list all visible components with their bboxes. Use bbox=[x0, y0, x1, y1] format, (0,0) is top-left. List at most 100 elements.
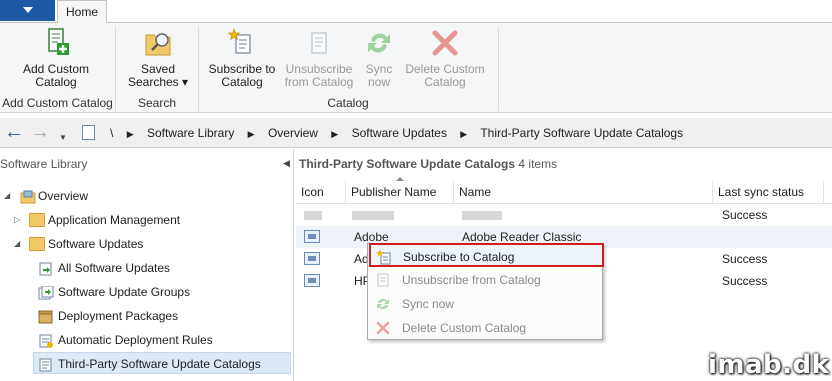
sync-icon bbox=[375, 296, 391, 312]
unsubscribe-icon bbox=[303, 27, 335, 59]
table-row[interactable]: Success bbox=[296, 204, 832, 226]
subscribe-to-catalog-label: Subscribe to Catalog bbox=[208, 62, 276, 89]
breadcrumb-item[interactable]: Third-Party Software Update Catalogs bbox=[480, 126, 683, 140]
tree-item-label: Automatic Deployment Rules bbox=[58, 333, 213, 347]
add-custom-catalog-label: Add Custom Catalog bbox=[22, 62, 90, 89]
menu-item-label: Sync now bbox=[402, 297, 455, 311]
group-label-catalog: Catalog bbox=[327, 96, 369, 110]
item-count: 4 items bbox=[518, 157, 558, 171]
row-status: Success bbox=[722, 252, 768, 266]
catalog-row-icon bbox=[304, 230, 320, 243]
delete-custom-catalog-button[interactable]: Delete Custom Catalog bbox=[402, 27, 488, 89]
group-separator bbox=[498, 27, 499, 111]
row-status: Success bbox=[722, 274, 768, 288]
menu-item-unsubscribe[interactable]: Unsubscribe from Catalog bbox=[370, 268, 600, 292]
subscribe-icon bbox=[376, 249, 392, 265]
breadcrumb-separator-icon[interactable]: ▶ bbox=[248, 129, 255, 139]
address-bar: ← → ▼ \ ▶ Software Library ▶ Overview ▶ … bbox=[0, 118, 832, 148]
saved-searches-button[interactable]: Saved Searches ▾ bbox=[124, 27, 192, 89]
sync-now-label: Sync now bbox=[365, 62, 393, 89]
add-custom-catalog-button[interactable]: Add Custom Catalog bbox=[18, 27, 94, 89]
expanded-arrow-icon[interactable]: ◢ bbox=[4, 185, 10, 207]
catalog-icon bbox=[38, 357, 54, 372]
row-name: Adobe Reader Classic bbox=[462, 230, 582, 244]
watermark: imab.dk bbox=[708, 350, 830, 380]
column-header-icon[interactable]: Icon bbox=[296, 181, 346, 204]
overview-icon bbox=[20, 189, 36, 204]
row-publisher: Adobe bbox=[354, 230, 389, 244]
tree-item-label: Software Update Groups bbox=[58, 285, 191, 299]
catalog-row-icon bbox=[304, 252, 320, 265]
folder-icon bbox=[29, 237, 45, 251]
collapse-pane-icon[interactable]: ◀ bbox=[283, 158, 290, 169]
column-header-name[interactable]: Name bbox=[454, 181, 713, 204]
menu-item-label: Subscribe to Catalog bbox=[403, 250, 515, 264]
saved-search-icon bbox=[142, 27, 174, 59]
tree-item-label: Deployment Packages bbox=[58, 309, 179, 323]
group-label-add-custom-catalog: Add Custom Catalog bbox=[2, 96, 113, 110]
location-icon bbox=[82, 125, 95, 140]
menu-item-label: Delete Custom Catalog bbox=[402, 321, 527, 335]
grid-header: Icon Publisher Name Name Last sync statu… bbox=[296, 181, 832, 204]
tree-item-all-software-updates[interactable]: All Software Updates bbox=[0, 257, 290, 279]
group-label-search: Search bbox=[137, 96, 177, 110]
delete-custom-catalog-label: Delete Custom Catalog bbox=[405, 62, 485, 89]
back-arrow-icon[interactable]: ← bbox=[4, 122, 24, 142]
delete-icon bbox=[429, 27, 461, 59]
tree-item-label: All Software Updates bbox=[58, 261, 171, 275]
breadcrumb-separator-icon[interactable]: ▶ bbox=[127, 129, 134, 139]
context-menu: Subscribe to Catalog Unsubscribe from Ca… bbox=[367, 243, 604, 340]
sync-now-button[interactable]: Sync now bbox=[360, 27, 398, 89]
unsubscribe-from-catalog-label: Unsubscribe from Catalog bbox=[284, 62, 354, 89]
tree-item-label: Application Management bbox=[48, 213, 181, 227]
menu-item-subscribe[interactable]: Subscribe to Catalog bbox=[369, 243, 604, 267]
tree-item-software-updates[interactable]: ◢ Software Updates bbox=[0, 233, 290, 255]
sync-icon bbox=[363, 27, 395, 59]
catalog-row-icon bbox=[304, 274, 320, 287]
tree-item-label: Third-Party Software Update Catalogs bbox=[58, 357, 261, 371]
collapsed-arrow-icon[interactable]: ▷ bbox=[14, 209, 20, 231]
content-title: Third-Party Software Update Catalogs 4 i… bbox=[299, 157, 557, 171]
breadcrumb-item[interactable]: Software Library bbox=[147, 126, 234, 140]
subscribe-icon bbox=[226, 27, 258, 59]
breadcrumb-root[interactable]: \ bbox=[110, 126, 113, 140]
row-status: Success bbox=[722, 208, 768, 222]
breadcrumb-separator-icon[interactable]: ▶ bbox=[460, 129, 467, 139]
application-menu-button[interactable] bbox=[0, 0, 55, 21]
unsubscribe-icon bbox=[375, 272, 391, 288]
ribbon-tab-bar: Home bbox=[0, 0, 832, 24]
column-header-publisher[interactable]: Publisher Name bbox=[346, 181, 454, 204]
breadcrumb-separator-icon[interactable]: ▶ bbox=[331, 129, 338, 139]
tab-home[interactable]: Home bbox=[57, 0, 107, 24]
subscribe-to-catalog-button[interactable]: Subscribe to Catalog bbox=[206, 27, 278, 89]
breadcrumb-item[interactable]: Software Updates bbox=[352, 126, 447, 140]
tree-item-automatic-deployment-rules[interactable]: Automatic Deployment Rules bbox=[0, 329, 290, 351]
update-group-icon bbox=[38, 285, 54, 300]
redacted-name bbox=[462, 211, 502, 220]
expanded-arrow-icon[interactable]: ◢ bbox=[14, 233, 20, 255]
rules-icon bbox=[38, 333, 54, 348]
breadcrumb: \ ▶ Software Library ▶ Overview ▶ Softwa… bbox=[110, 126, 693, 140]
navigation-pane-header: Software Library bbox=[0, 157, 88, 171]
forward-arrow-icon[interactable]: → bbox=[30, 122, 50, 142]
tree-item-overview[interactable]: ◢ Overview bbox=[0, 185, 290, 207]
menu-item-sync-now[interactable]: Sync now bbox=[370, 292, 600, 316]
tree-item-third-party-catalogs[interactable]: Third-Party Software Update Catalogs bbox=[33, 352, 291, 374]
history-dropdown-icon[interactable]: ▼ bbox=[59, 128, 67, 148]
tree-item-application-management[interactable]: ▷ Application Management bbox=[0, 209, 290, 231]
navigation-pane: Software Library ◀ ◢ Overview ▷ Applicat… bbox=[0, 149, 294, 381]
content-title-text: Third-Party Software Update Catalogs bbox=[299, 157, 516, 171]
column-header-last-sync[interactable]: Last sync status bbox=[713, 181, 824, 204]
redacted-publisher bbox=[352, 211, 394, 220]
breadcrumb-item[interactable]: Overview bbox=[268, 126, 318, 140]
software-updates-icon bbox=[38, 261, 54, 276]
delete-icon bbox=[375, 320, 391, 336]
tree-item-deployment-packages[interactable]: Deployment Packages bbox=[0, 305, 290, 327]
folder-icon bbox=[29, 213, 45, 227]
unsubscribe-from-catalog-button[interactable]: Unsubscribe from Catalog bbox=[282, 27, 356, 89]
dropdown-arrow-icon bbox=[23, 7, 33, 13]
menu-item-delete-custom-catalog[interactable]: Delete Custom Catalog bbox=[370, 316, 600, 340]
menu-item-label: Unsubscribe from Catalog bbox=[402, 273, 541, 287]
tree-item-software-update-groups[interactable]: Software Update Groups bbox=[0, 281, 290, 303]
package-icon bbox=[38, 309, 54, 324]
